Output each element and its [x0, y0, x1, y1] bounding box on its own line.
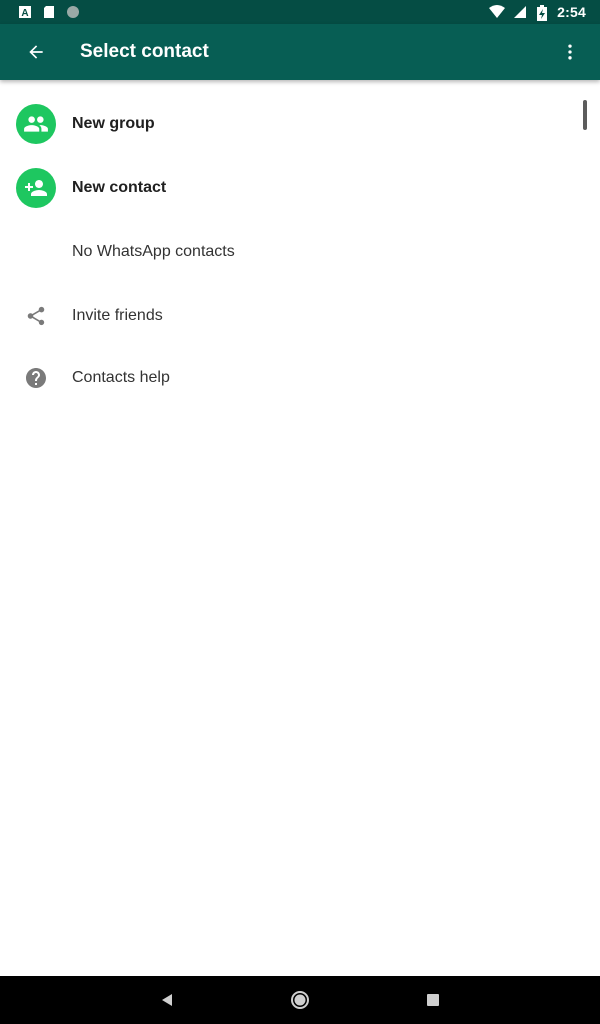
help-icon-slot — [0, 366, 72, 390]
new-group-label: New group — [72, 115, 155, 132]
nav-recents-icon — [427, 994, 440, 1006]
svg-text:A: A — [21, 8, 28, 19]
more-vert-icon — [568, 44, 572, 60]
nav-recents-button[interactable] — [409, 976, 457, 1024]
sync-circle-icon — [66, 5, 80, 19]
sd-card-icon — [42, 5, 56, 19]
new-contact-avatar-wrap — [0, 168, 72, 208]
contacts-help-label: Contacts help — [72, 369, 170, 386]
nav-home-icon — [290, 991, 309, 1009]
invite-friends-label: Invite friends — [72, 307, 163, 324]
more-options-button[interactable] — [546, 24, 594, 80]
nav-back-icon — [161, 994, 172, 1006]
no-contacts-label: No WhatsApp contacts — [72, 243, 235, 260]
app-bar: Select contact — [0, 24, 600, 80]
new-group-avatar-wrap — [0, 104, 72, 144]
new-group-item[interactable]: New group — [0, 92, 600, 156]
status-left-icons: A — [18, 5, 80, 19]
battery-charging-icon — [537, 5, 548, 21]
share-icon — [27, 306, 45, 326]
nav-home-button[interactable] — [276, 976, 324, 1024]
a-notification-icon: A — [18, 5, 32, 19]
invite-icon-slot — [0, 305, 72, 327]
contact-list: New group New contact No WhatsApp contac… — [0, 80, 600, 976]
system-nav-bar — [0, 976, 600, 1024]
contacts-help-item[interactable]: Contacts help — [0, 346, 600, 410]
status-right-icons: 2:54 — [489, 4, 586, 21]
nav-back-button[interactable] — [143, 976, 191, 1024]
no-contacts-item: No WhatsApp contacts — [0, 220, 600, 284]
page-title: Select contact — [80, 41, 209, 62]
new-contact-label: New contact — [72, 179, 167, 196]
arrow-back-icon — [29, 45, 43, 59]
group-icon — [24, 116, 48, 132]
help-icon — [26, 368, 46, 388]
status-time: 2:54 — [557, 4, 586, 20]
signal-icon — [513, 5, 527, 19]
new-contact-avatar — [16, 168, 56, 208]
new-group-avatar — [16, 104, 56, 144]
invite-friends-item[interactable]: Invite friends — [0, 284, 600, 348]
status-bar: A 2:54 — [0, 0, 600, 24]
new-contact-item[interactable]: New contact — [0, 156, 600, 220]
person-add-icon — [25, 180, 47, 196]
wifi-icon — [489, 5, 506, 19]
back-button[interactable] — [8, 24, 64, 80]
